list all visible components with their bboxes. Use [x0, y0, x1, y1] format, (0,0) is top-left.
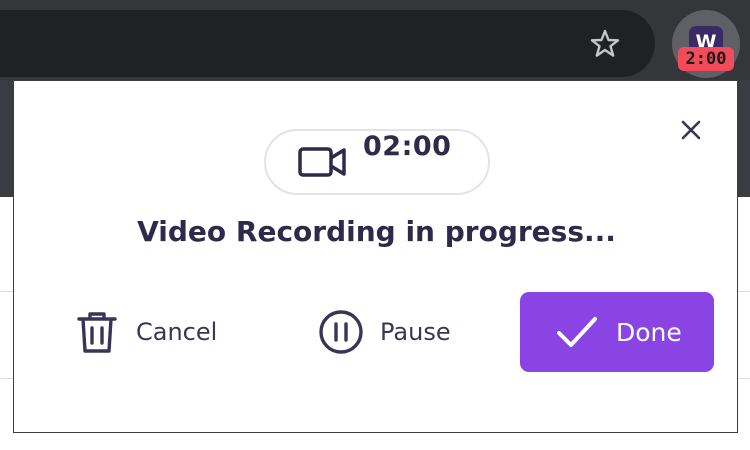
trash-icon	[77, 312, 117, 353]
recording-popup: 02:00 Video Recording in progress... Can…	[13, 80, 738, 433]
timer-display: 02:00	[264, 129, 490, 195]
done-button[interactable]: Done	[520, 292, 714, 372]
close-icon[interactable]	[676, 115, 706, 145]
extension-badge: 2:00	[678, 47, 734, 71]
recording-status: Video Recording in progress...	[137, 215, 616, 248]
done-label: Done	[616, 317, 682, 347]
extension-button[interactable]: W 2:00	[672, 10, 740, 78]
timer-value: 02:00	[363, 131, 452, 162]
video-camera-icon	[298, 147, 346, 177]
pause-icon	[319, 310, 363, 354]
pause-label: Pause	[380, 318, 451, 346]
cancel-button[interactable]: Cancel	[74, 292, 217, 372]
star-icon[interactable]	[588, 27, 622, 61]
browser-tab-strip	[0, 0, 750, 10]
browser-toolbar: W 2:00	[0, 10, 750, 80]
address-bar[interactable]	[0, 10, 655, 77]
pause-button[interactable]: Pause	[318, 292, 451, 372]
cancel-label: Cancel	[136, 318, 218, 346]
checkmark-icon	[557, 317, 597, 347]
